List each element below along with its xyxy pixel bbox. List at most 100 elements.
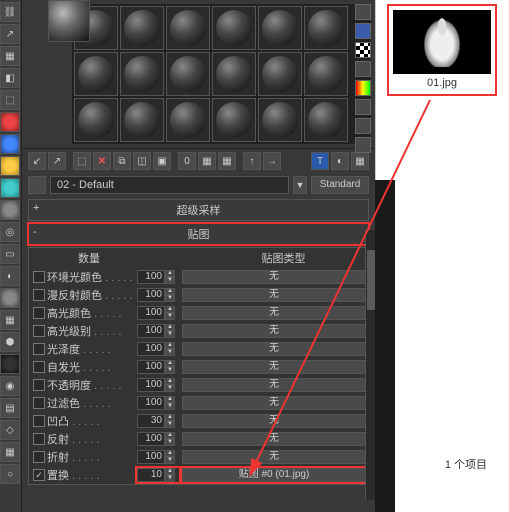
spinner-down-icon[interactable]: ▼: [165, 439, 175, 446]
map-amount-input[interactable]: 10: [137, 468, 165, 482]
material-map-navigator-icon[interactable]: [355, 137, 371, 153]
tool-icon[interactable]: ⬚: [0, 90, 20, 110]
spinner-down-icon[interactable]: ▼: [165, 295, 175, 302]
material-slot[interactable]: [258, 6, 302, 50]
map-checkbox[interactable]: [33, 433, 45, 445]
sample-type-icon[interactable]: [355, 4, 371, 20]
spinner-down-icon[interactable]: ▼: [165, 421, 175, 428]
select-by-material-icon[interactable]: [355, 118, 371, 134]
spinner-up-icon[interactable]: ▲: [165, 396, 175, 403]
material-name-input[interactable]: [50, 176, 289, 194]
scrollbar[interactable]: [365, 230, 375, 500]
put-to-library-icon[interactable]: ▣: [153, 152, 171, 170]
assign-to-selection-icon[interactable]: ⬚: [73, 152, 91, 170]
spinner-up-icon[interactable]: ▲: [165, 450, 175, 457]
map-slot-button[interactable]: 无: [182, 414, 366, 428]
reset-map-icon[interactable]: ✕: [93, 152, 111, 170]
background-icon[interactable]: [355, 42, 371, 58]
material-slot[interactable]: [166, 6, 210, 50]
put-to-scene-icon[interactable]: ↗: [48, 152, 66, 170]
tool-icon[interactable]: ◉: [0, 376, 20, 396]
map-checkbox[interactable]: [33, 289, 45, 301]
spinner-up-icon[interactable]: ▲: [165, 468, 175, 475]
spinner-down-icon[interactable]: ▼: [165, 277, 175, 284]
tool-icon[interactable]: [0, 288, 20, 308]
spinner-down-icon[interactable]: ▼: [165, 367, 175, 374]
go-forward-icon[interactable]: →: [263, 152, 281, 170]
map-amount-input[interactable]: 100: [137, 288, 165, 302]
material-slot[interactable]: [74, 52, 118, 96]
tool-icon[interactable]: ▦: [0, 442, 20, 462]
map-amount-input[interactable]: 100: [137, 396, 165, 410]
map-amount-input[interactable]: 100: [137, 342, 165, 356]
tool-sphere-teal[interactable]: [0, 178, 20, 198]
map-amount-input[interactable]: 100: [137, 450, 165, 464]
material-slot[interactable]: [304, 6, 348, 50]
map-slot-button[interactable]: 无: [182, 324, 366, 338]
material-slot[interactable]: [212, 6, 256, 50]
spinner-up-icon[interactable]: ▲: [165, 288, 175, 295]
material-slot[interactable]: [166, 98, 210, 142]
material-slot[interactable]: [120, 52, 164, 96]
map-amount-input[interactable]: 100: [137, 378, 165, 392]
map-amount-input[interactable]: 100: [137, 432, 165, 446]
map-amount-input[interactable]: 100: [137, 360, 165, 374]
rollout-supersampling[interactable]: +超级采样: [28, 199, 369, 221]
spinner-up-icon[interactable]: ▲: [165, 270, 175, 277]
tool-icon[interactable]: ◎: [0, 222, 20, 242]
tool-icon[interactable]: ◧: [0, 68, 20, 88]
tool-icon[interactable]: [0, 200, 20, 220]
tool-icon[interactable]: [0, 354, 20, 374]
tool-sphere-blue[interactable]: [0, 134, 20, 154]
make-copy-icon[interactable]: ⧉: [113, 152, 131, 170]
map-amount-input[interactable]: 100: [137, 324, 165, 338]
file-thumbnail[interactable]: 01.jpg: [387, 4, 497, 96]
spinner-down-icon[interactable]: ▼: [165, 457, 175, 464]
material-slot[interactable]: [258, 52, 302, 96]
material-slot[interactable]: [74, 98, 118, 142]
show-map-icon[interactable]: ▦: [198, 152, 216, 170]
map-slot-button[interactable]: 贴图 #0 (01.jpg): [182, 468, 366, 482]
material-slot[interactable]: [120, 6, 164, 50]
spinner-down-icon[interactable]: ▼: [165, 313, 175, 320]
map-checkbox[interactable]: [33, 361, 45, 373]
map-slot-button[interactable]: 无: [182, 342, 366, 356]
name-dropdown-icon[interactable]: ▼: [293, 176, 307, 194]
spinner-down-icon[interactable]: ▼: [165, 349, 175, 356]
spinner-up-icon[interactable]: ▲: [165, 306, 175, 313]
map-amount-input[interactable]: 100: [137, 270, 165, 284]
spinner-up-icon[interactable]: ▲: [165, 378, 175, 385]
spinner-down-icon[interactable]: ▼: [165, 403, 175, 410]
active-material-preview[interactable]: [48, 0, 90, 42]
map-checkbox[interactable]: ✓: [33, 469, 45, 481]
rollout-maps[interactable]: -贴图: [28, 223, 369, 245]
map-checkbox[interactable]: [33, 271, 45, 283]
material-slot[interactable]: [304, 98, 348, 142]
map-amount-input[interactable]: 30: [137, 414, 165, 428]
tool-icon[interactable]: ◇: [0, 420, 20, 440]
map-slot-button[interactable]: 无: [182, 360, 366, 374]
map-checkbox[interactable]: [33, 343, 45, 355]
pick-material-icon[interactable]: [28, 176, 46, 194]
map-checkbox[interactable]: [33, 325, 45, 337]
get-material-icon[interactable]: ↙: [28, 152, 46, 170]
map-slot-button[interactable]: 无: [182, 378, 366, 392]
material-slot[interactable]: [166, 52, 210, 96]
map-amount-input[interactable]: 100: [137, 306, 165, 320]
map-slot-button[interactable]: 无: [182, 288, 366, 302]
map-checkbox[interactable]: [33, 307, 45, 319]
spinner-up-icon[interactable]: ▲: [165, 342, 175, 349]
map-slot-button[interactable]: 无: [182, 432, 366, 446]
material-slot[interactable]: [258, 98, 302, 142]
backlight-icon[interactable]: [355, 23, 371, 39]
material-type-button[interactable]: Standard: [311, 176, 369, 194]
map-checkbox[interactable]: [33, 451, 45, 463]
material-id-icon[interactable]: 0: [178, 152, 196, 170]
spinner-up-icon[interactable]: ▲: [165, 360, 175, 367]
tool-link-icon[interactable]: ⛓: [0, 2, 20, 22]
show-end-result-icon[interactable]: ▦: [218, 152, 236, 170]
spinner-up-icon[interactable]: ▲: [165, 324, 175, 331]
tool-icon[interactable]: ▤: [0, 398, 20, 418]
spinner-up-icon[interactable]: ▲: [165, 414, 175, 421]
spinner-down-icon[interactable]: ▼: [165, 331, 175, 338]
